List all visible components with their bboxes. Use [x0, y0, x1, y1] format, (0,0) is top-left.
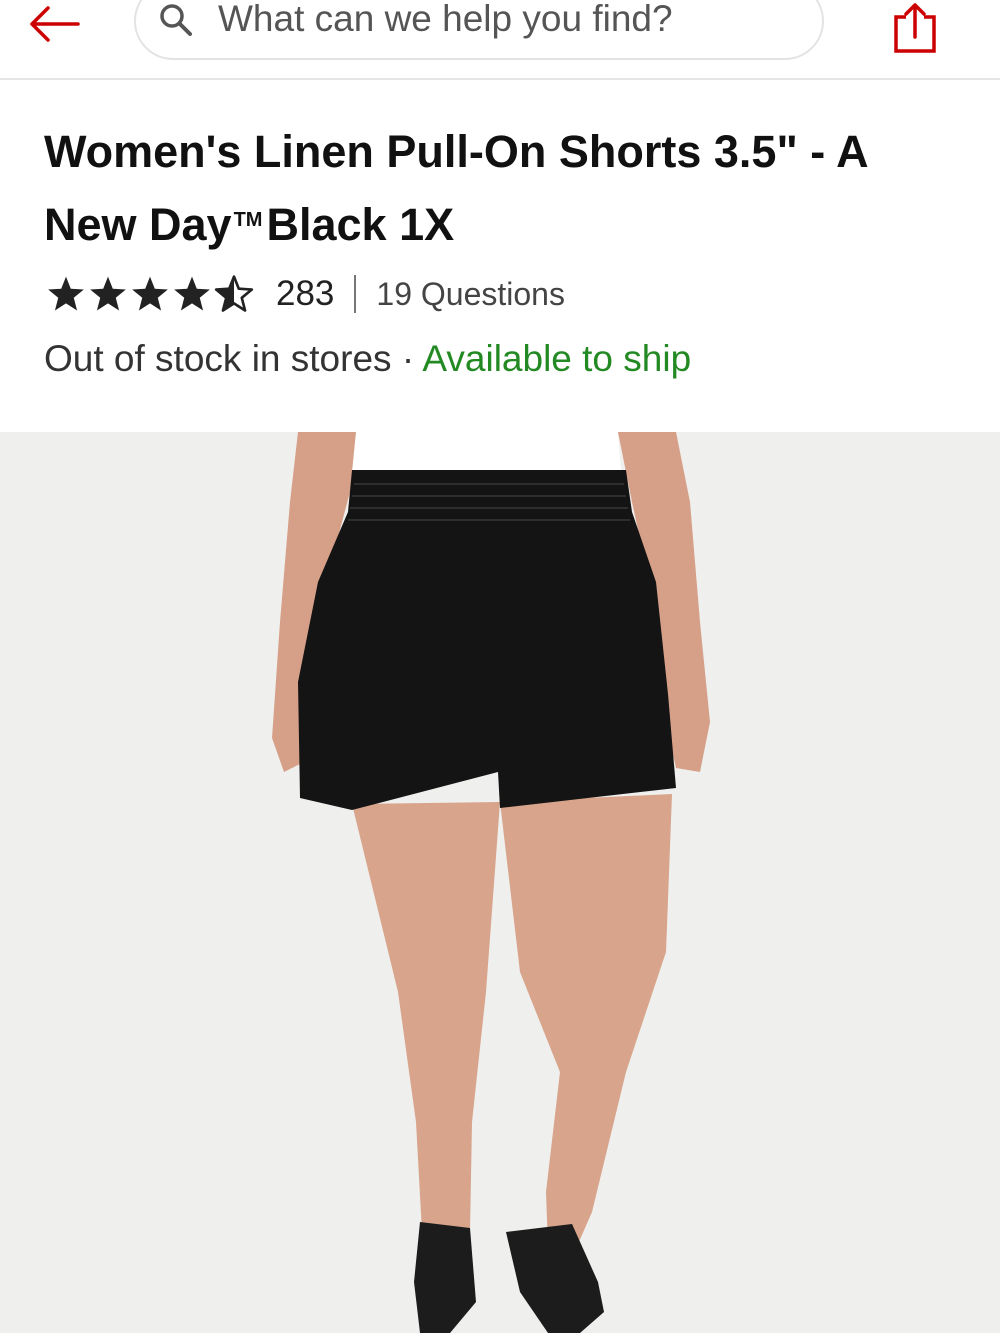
product-title-main: Women's Linen Pull-On Shorts 3.5" - A Ne… [44, 126, 867, 250]
divider [354, 275, 357, 313]
back-button[interactable] [22, 0, 86, 48]
star-full-icon [90, 276, 126, 311]
search-input[interactable] [218, 0, 818, 40]
availability: Out of stock in stores · Available to sh… [44, 338, 691, 380]
product-image[interactable] [0, 432, 1000, 1333]
arrow-left-icon [30, 6, 80, 42]
star-full-icon [132, 276, 168, 311]
share-button[interactable] [884, 0, 946, 56]
search-bar[interactable] [134, 0, 824, 60]
ship-availability[interactable]: Available to ship [422, 338, 691, 379]
store-stock-status: Out of stock in stores [44, 338, 392, 379]
star-half-icon [214, 275, 254, 312]
star-full-icon [48, 276, 84, 311]
trademark-symbol: TM [233, 209, 263, 231]
review-count[interactable]: 283 [276, 274, 334, 314]
share-icon [894, 3, 936, 53]
rating-row: 283 19 Questions [46, 272, 565, 316]
magnifier-icon [158, 0, 198, 40]
top-bar [0, 0, 1000, 80]
separator-dot: · [401, 338, 415, 379]
questions-link[interactable]: 19 Questions [376, 276, 565, 313]
star-rating[interactable] [46, 275, 254, 313]
product-title-variant: Black 1X [266, 199, 455, 250]
star-full-icon [174, 276, 210, 311]
product-title: Women's Linen Pull-On Shorts 3.5" - A Ne… [44, 118, 944, 259]
